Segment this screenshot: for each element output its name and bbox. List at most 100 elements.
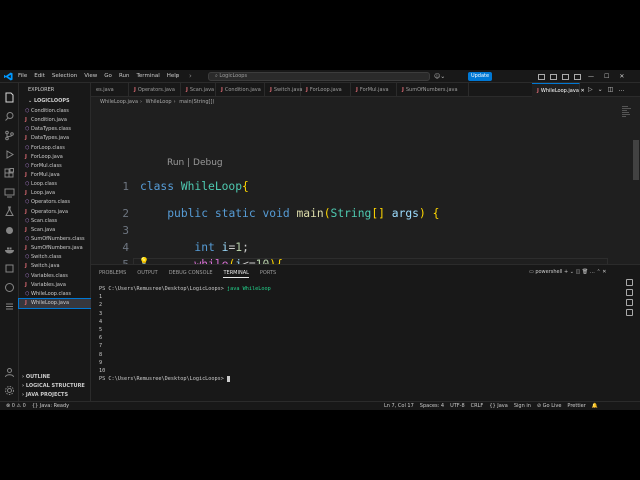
status-right-item[interactable]: Prettier [567,403,585,409]
status-right-item[interactable]: {} Java [489,403,508,409]
customize-layout-icon[interactable] [574,73,581,80]
menu-item-terminal[interactable]: Terminal [136,70,159,83]
maximize-icon[interactable]: ☐ [604,70,609,83]
file-item[interactable]: J WhileLoop.java [18,297,92,310]
command-center-search[interactable]: ⌕ LogicLoops [208,72,430,81]
extensions-icon[interactable] [4,164,15,178]
tab-switch-java[interactable]: J Switch.java [265,83,302,97]
toggle-sidebar-icon[interactable] [538,73,545,80]
more-actions-icon[interactable]: … [618,86,629,93]
file-item[interactable]: ⬡ Switch.class [19,253,91,262]
section-java-projects[interactable]: › JAVA PROJECTS [22,392,68,398]
file-item[interactable]: J ForLoop.java [19,153,91,162]
codelens-run-debug[interactable]: Run | Debug [167,158,223,168]
docker-icon[interactable] [4,240,15,254]
file-item[interactable]: ⬡ WhileLoop.class [19,290,91,299]
file-item[interactable]: J Switch.java [19,262,91,271]
status-right-item[interactable]: Spaces: 4 [420,403,444,409]
breadcrumb-class[interactable]: WhileLoop [146,99,172,105]
terminal-instance-icon[interactable] [626,289,633,296]
status-right-item[interactable]: Sign in [514,403,531,409]
tab-es-java[interactable]: es.java [91,83,129,97]
editor-scrollbar[interactable] [633,140,639,180]
menu-item-run[interactable]: Run [119,70,130,83]
close-tab-icon[interactable]: ✕ [579,88,584,94]
toggle-panel-icon[interactable] [550,73,557,80]
nav-arrows[interactable]: ‹ › [176,70,196,83]
file-item[interactable]: J Operators.java [19,208,91,217]
file-item[interactable]: J DataTypes.java [19,134,91,143]
update-button[interactable]: Update [468,72,492,81]
tab-forloop-java[interactable]: J ForLoop.java [301,83,351,97]
file-item[interactable]: ⬡ Scan.class [19,217,91,226]
file-item[interactable]: ⬡ DataTypes.class [19,125,91,134]
remote-explorer-icon[interactable] [4,183,15,198]
status-right-item[interactable]: Ln 7, Col 17 [384,403,414,409]
file-item[interactable]: J Loop.java [19,189,91,198]
file-item[interactable]: J SumOfNumbers.java [19,244,91,253]
tab-whileloop-java[interactable]: J WhileLoop.java ✕ [532,83,585,97]
menu-item-edit[interactable]: Edit [34,70,45,83]
run-debug-icon[interactable] [4,145,15,159]
manage-gear-icon[interactable] [4,381,15,395]
status-right-item[interactable]: ⊘ Go Live [537,403,562,409]
toggle-secondary-sidebar-icon[interactable] [562,73,569,80]
file-item[interactable]: J Condition.java [19,116,91,125]
menu-item-selection[interactable]: Selection [52,70,77,83]
status-left-item[interactable]: {} Java: Ready [32,403,69,409]
close-panel-icon[interactable]: ✕ [602,269,606,275]
terminal-name[interactable]: powershell [535,269,562,275]
explorer-icon[interactable] [4,88,15,103]
section-outline[interactable]: › OUTLINE [22,374,50,380]
panel-tab-ports[interactable]: PORTS [260,270,276,278]
code-editor[interactable]: Run | Debug 💡 1 class WhileLoop{2 public … [91,106,640,264]
file-item[interactable]: ⬡ Loop.class [19,180,91,189]
run-icon[interactable]: ▷⌄ [588,86,608,93]
tab-condition-java[interactable]: J Condition.java [216,83,265,97]
file-item[interactable]: J Scan.java [19,226,91,235]
status-right-item[interactable]: CRLF [471,403,484,409]
file-item[interactable]: ⬡ ForMul.class [19,162,91,171]
copilot-icon[interactable]: ☺⌄ [434,72,456,81]
tab-operators-java[interactable]: J Operators.java [129,83,181,97]
status-left-item[interactable]: ⊗ 0 ⚠ 0 [6,403,26,409]
search-icon[interactable] [4,107,15,121]
menu-item-file[interactable]: File [18,70,27,83]
terminal-instance-icon[interactable] [626,299,633,306]
source-control-icon[interactable] [4,126,15,141]
breadcrumb-file[interactable]: WhileLoop.java [100,99,138,105]
notifications-bell-icon[interactable]: 🔔 [592,403,598,409]
file-item[interactable]: ⬡ ForLoop.class [19,144,91,153]
split-editor-icon[interactable]: ◫ [608,86,619,93]
status-right-item[interactable]: UTF-8 [450,403,465,409]
extension-view-icon[interactable] [4,259,15,273]
new-terminal-icon[interactable]: + ⌄ [564,269,576,275]
panel-tab-problems[interactable]: PROBLEMS [99,270,126,278]
terminal-instance-icon[interactable] [626,279,633,286]
tab-scan-java[interactable]: J Scan.java [181,83,216,97]
account-icon[interactable] [4,363,15,378]
section-logical-structure[interactable]: › LOGICAL STRUCTURE [22,383,85,389]
terminal-instance-icon[interactable] [626,309,633,316]
workspace-folder[interactable]: ⌄ LOGICLOOPS [28,98,70,104]
menu-item-view[interactable]: View [84,70,97,83]
file-item[interactable]: ⬡ Operators.class [19,198,91,207]
terminal-output[interactable]: PS C:\Users\Remusree\Desktop\LogicLoops>… [99,285,271,383]
panel-tab-output[interactable]: OUTPUT [137,270,157,278]
java-projects-icon[interactable] [4,221,15,234]
file-item[interactable]: ⬡ Variables.class [19,272,91,281]
outline-view-icon[interactable] [4,297,15,310]
file-item[interactable]: ⬡ Condition.class [19,107,91,116]
github-icon[interactable] [4,278,15,292]
tab-formul-java[interactable]: J ForMul.java [351,83,397,97]
file-item[interactable]: ⬡ SumOfNumbers.class [19,235,91,244]
minimap[interactable] [622,106,632,126]
kill-terminal-icon[interactable]: 🗑 [582,269,590,275]
file-item[interactable]: J ForMul.java [19,171,91,180]
testing-icon[interactable] [4,202,15,216]
file-item[interactable]: J Variables.java [19,281,91,290]
close-icon[interactable]: ✕ [619,70,624,83]
panel-tab-debug-console[interactable]: DEBUG CONSOLE [169,270,213,278]
breadcrumb-method[interactable]: main(String[]) [179,99,214,105]
tab-sumofnumbers-java[interactable]: J SumOfNumbers.java [397,83,469,97]
